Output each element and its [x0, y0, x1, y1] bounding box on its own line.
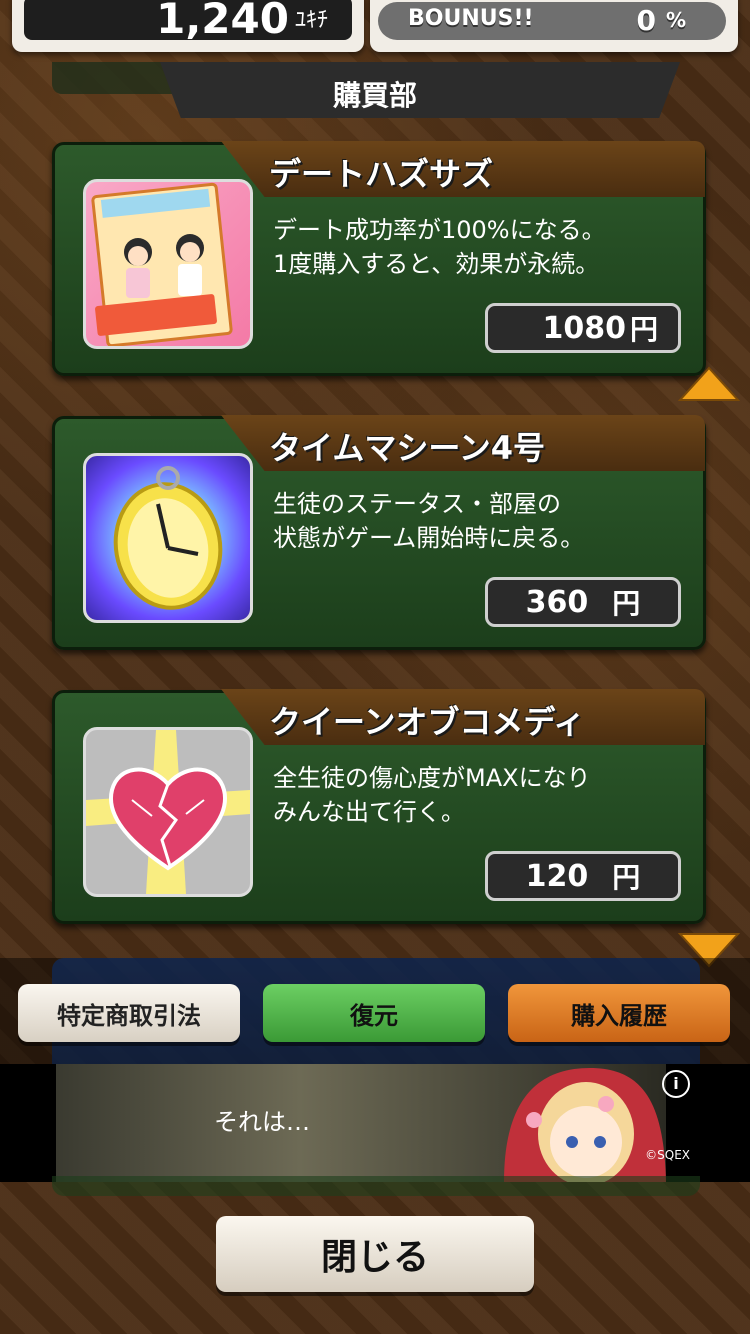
page-title: 購買部: [332, 79, 417, 112]
money-value: 1,240: [156, 0, 289, 43]
item-title: デートハズサズ: [269, 155, 494, 193]
shop-item-card[interactable]: クイーンオブコメディ 全生徒の傷心度がMAXになり みんな出て行く。 120 円: [52, 689, 706, 924]
buy-price-button[interactable]: 360 円: [485, 577, 681, 627]
item-description-line: 状態がゲーム開始時に戻る。: [273, 524, 585, 552]
ad-info-icon[interactable]: i: [662, 1070, 690, 1098]
close-button[interactable]: 閉じる: [216, 1216, 534, 1292]
bonus-label: BOUNUS!!: [408, 6, 534, 31]
item-description-line: みんな出て行く。: [273, 798, 465, 826]
ad-copyright: ©SQEX: [645, 1148, 690, 1162]
card-bottom-edge: [52, 1176, 700, 1196]
item-description-line: 1度購入すると、効果が永続。: [273, 250, 600, 278]
item-description-line: デート成功率が100%になる。: [273, 216, 606, 244]
price-value: 1080: [542, 310, 626, 346]
restore-button[interactable]: 復元: [263, 984, 485, 1042]
bonus-value: 0: [636, 4, 656, 37]
bonus-display: BOUNUS!! 0 %: [378, 2, 726, 40]
ad-text: それは…: [214, 1108, 310, 1136]
shop-item-card[interactable]: デートハズサズ デート成功率が100%になる。 1度購入すると、効果が永続。 1…: [52, 141, 706, 376]
money-display: 1,240 ﾕｷﾁ: [24, 0, 352, 43]
item-title: タイムマシーン4号: [269, 429, 546, 467]
item-thumbnail-clock: [83, 453, 253, 623]
price-value: 360: [525, 584, 589, 620]
price-unit: 円: [612, 587, 641, 620]
item-description: 生徒のステータス・部屋の 状態がゲーム開始時に戻る。: [273, 487, 693, 555]
ad-character-image: [504, 1068, 666, 1182]
money-unit: ﾕｷﾁ: [294, 8, 328, 33]
action-button-row: 特定商取引法 復元 購入履歴: [0, 984, 750, 1046]
item-description-line: 生徒のステータス・部屋の: [273, 490, 561, 518]
ad-banner[interactable]: それは… i ©SQEX: [0, 1064, 750, 1182]
scroll-up-arrow-icon[interactable]: [678, 366, 740, 402]
bonus-panel: BOUNUS!! 0 %: [370, 0, 738, 52]
item-description-line: 全生徒の傷心度がMAXになり: [273, 764, 591, 792]
item-thumbnail-broken-heart: [83, 727, 253, 897]
broken-heart-icon: [86, 730, 250, 894]
price-unit: 円: [629, 313, 658, 346]
buy-price-button[interactable]: 1080 円: [485, 303, 681, 353]
buy-price-button[interactable]: 120 円: [485, 851, 681, 901]
purchase-history-button[interactable]: 購入履歴: [508, 984, 730, 1042]
price-unit: 円: [612, 861, 641, 894]
bonus-unit: %: [665, 8, 686, 32]
shop-item-card[interactable]: タイムマシーン4号 生徒のステータス・部屋の 状態がゲーム開始時に戻る。 360…: [52, 415, 706, 650]
top-bar: 1,240 ﾕｷﾁ BOUNUS!! 0 %: [0, 0, 750, 70]
book-icon: [91, 182, 233, 346]
item-description: 全生徒の傷心度がMAXになり みんな出て行く。: [273, 761, 693, 829]
melting-clock-icon: [113, 466, 223, 610]
item-thumbnail-date-book: [83, 179, 253, 349]
price-value: 120: [525, 858, 589, 894]
item-title: クイーンオブコメディ: [269, 703, 586, 741]
legal-notice-button[interactable]: 特定商取引法: [18, 984, 240, 1042]
money-panel: 1,240 ﾕｷﾁ: [12, 0, 364, 52]
item-description: デート成功率が100%になる。 1度購入すると、効果が永続。: [273, 213, 693, 281]
